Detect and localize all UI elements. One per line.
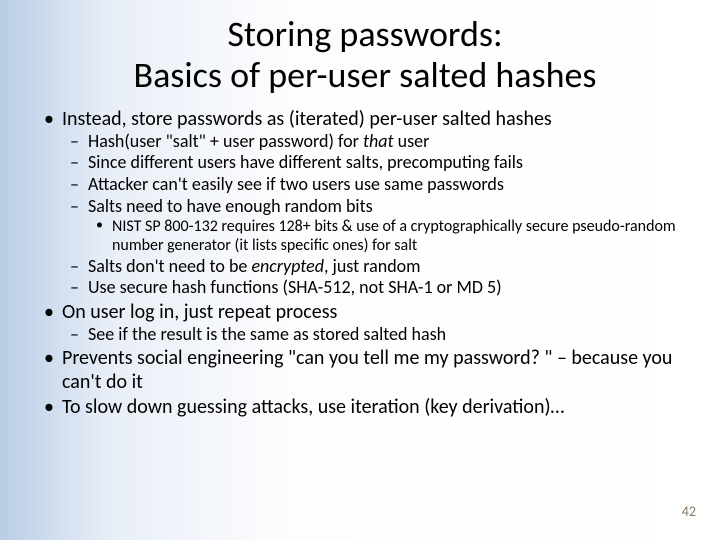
slide-title: Storing passwords: Basics of per-user sa… [40,14,690,97]
bullet-4: To slow down guessing attacks, use itera… [40,395,690,419]
bullet-1-1-c: user [394,130,430,152]
bullet-1-4-text: Salts need to have enough random bits [88,195,373,217]
bullet-2: On user log in, just repeat process See … [40,300,690,346]
bullet-1-4: Salts need to have enough random bits NI… [62,196,690,256]
slide-body: Instead, store passwords as (iterated) p… [40,107,690,420]
bullet-1-1-b: that [363,130,394,152]
bullet-2-text: On user log in, just repeat process [62,300,337,324]
page-number: 42 [682,503,696,520]
bullet-1-5-a: Salts don't need to be [88,255,251,277]
bullet-1-4-1: NIST SP 800-132 requires 128+ bits & use… [88,217,690,255]
bullet-2-1: See if the result is the same as stored … [62,324,690,346]
bullet-1-6: Use secure hash functions (SHA-512, not … [62,277,690,299]
bullet-1-1-a: Hash(user "salt" + user password) for [88,130,363,152]
bullet-1-5-b: encrypted [251,255,324,277]
bullet-1-5-c: , just random [324,255,421,277]
bullet-1-text: Instead, store passwords as (iterated) p… [62,107,552,131]
bullet-1-3: Attacker can't easily see if two users u… [62,174,690,196]
title-line-1: Storing passwords: [227,12,502,56]
bullet-3: Prevents social engineering "can you tel… [40,346,690,394]
title-line-2: Basics of per-user salted hashes [133,53,596,97]
bullet-1-2: Since different users have different sal… [62,152,690,174]
bullet-1-1: Hash(user "salt" + user password) for th… [62,131,690,153]
bullet-1-5: Salts don't need to be encrypted, just r… [62,256,690,278]
bullet-1: Instead, store passwords as (iterated) p… [40,107,690,299]
slide: Storing passwords: Basics of per-user sa… [0,0,720,540]
